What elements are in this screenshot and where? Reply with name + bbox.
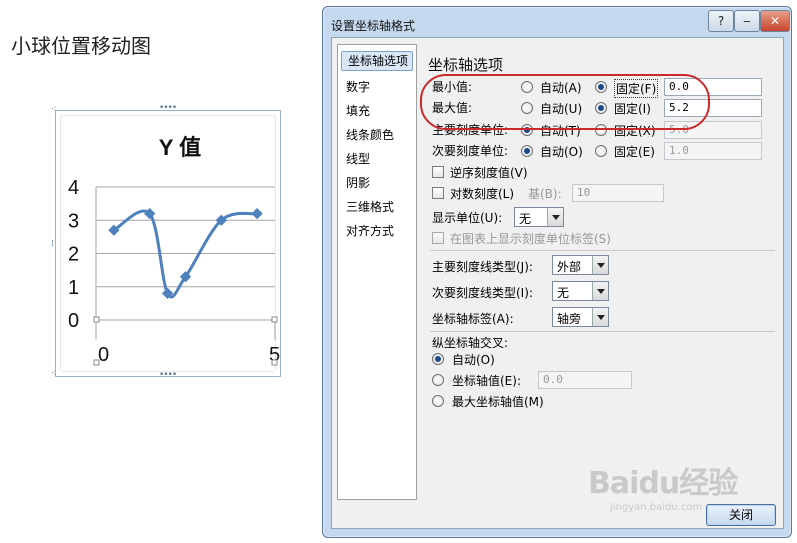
close-window-icon[interactable]: ✕ <box>760 10 790 32</box>
category-nav: 坐标轴选项 数字 填充 线条颜色 线型 阴影 三维格式 对齐方式 <box>337 44 417 500</box>
base-input[interactable]: 10 <box>572 184 664 202</box>
base-label: 基(B): <box>528 187 562 201</box>
show-units-checkbox[interactable] <box>432 232 444 244</box>
plot-handle[interactable] <box>271 359 278 366</box>
cross-value-input[interactable]: 0.0 <box>538 371 632 389</box>
minimize-button[interactable]: ‒ <box>734 10 760 32</box>
axis-labels-value: 轴旁 <box>557 312 582 326</box>
nav-line-color[interactable]: 线条颜色 <box>346 126 394 143</box>
chevron-down-icon <box>592 282 608 300</box>
reverse-order-label: 逆序刻度值(V) <box>450 166 528 180</box>
dialog-title: 设置坐标轴格式 <box>331 19 416 33</box>
minor-unit-label: 次要刻度单位: <box>432 144 509 158</box>
highlight-oval <box>420 74 710 130</box>
cross-value-label: 坐标轴值(E): <box>452 374 521 388</box>
section-title: 坐标轴选项 <box>428 56 504 74</box>
cross-title: 纵坐标轴交叉: <box>432 336 509 350</box>
left-resize-handle[interactable]: ⁞ <box>51 239 54 249</box>
corner-handle-tl[interactable]: ⁖ <box>51 105 56 115</box>
y-tick-label: 4 <box>68 177 79 199</box>
display-units-label: 显示单位(U): <box>432 211 503 225</box>
watermark-brand: Baidu经验 <box>588 466 738 501</box>
help-button[interactable]: ? <box>708 10 734 32</box>
minor-unit-auto-label: 自动(O) <box>540 145 583 159</box>
cross-auto-label: 自动(O) <box>452 353 495 367</box>
chart-title: Y 值 <box>159 135 201 160</box>
chart-plot: Y 值 43210 05 <box>68 135 280 366</box>
plot-handle[interactable] <box>93 359 100 366</box>
x-tick-label: 0 <box>98 344 109 366</box>
minor-unit-fixed-radio[interactable] <box>595 145 607 157</box>
cross-max-radio[interactable] <box>432 395 444 407</box>
axis-labels-label: 坐标轴标签(A): <box>432 312 514 326</box>
nav-number[interactable]: 数字 <box>346 78 370 95</box>
major-tick-value: 外部 <box>557 260 582 274</box>
minor-tick-label: 次要刻度线类型(I): <box>432 286 533 300</box>
nav-line-style[interactable]: 线型 <box>346 150 370 167</box>
nav-axis-options[interactable]: 坐标轴选项 <box>341 51 413 71</box>
log-scale-label: 对数刻度(L) <box>450 187 515 201</box>
divider <box>430 250 775 251</box>
minor-tick-value: 无 <box>557 286 570 300</box>
display-units-value: 无 <box>519 212 532 226</box>
plot-handle[interactable] <box>271 316 278 323</box>
watermark-url: jingyan.baidu.com <box>610 502 703 513</box>
reverse-order-checkbox[interactable] <box>432 166 444 178</box>
axis-labels-select[interactable]: 轴旁 <box>552 307 609 327</box>
minor-unit-fixed-label: 固定(E) <box>614 145 655 159</box>
divider <box>430 331 775 332</box>
nav-alignment[interactable]: 对齐方式 <box>346 222 394 239</box>
chart-frame[interactable]: •••• •••• ⁞ ⁖ ⁖ Y 值 43210 05 <box>51 103 281 380</box>
minor-unit-input[interactable]: 1.0 <box>664 142 762 160</box>
slide-title: 小球位置移动图 <box>11 34 151 58</box>
cross-value-radio[interactable] <box>432 374 444 386</box>
minor-unit-auto-radio[interactable] <box>521 145 533 157</box>
nav-3d-format[interactable]: 三维格式 <box>346 198 394 215</box>
chevron-down-icon <box>592 256 608 274</box>
chevron-down-icon <box>547 208 563 226</box>
nav-fill[interactable]: 填充 <box>346 102 370 119</box>
data-point-marker[interactable] <box>251 207 263 220</box>
log-scale-checkbox[interactable] <box>432 187 444 199</box>
y-tick-label: 3 <box>68 210 79 232</box>
major-tick-select[interactable]: 外部 <box>552 255 609 275</box>
y-tick-label: 0 <box>68 310 79 332</box>
y-tick-label: 2 <box>68 244 79 266</box>
cross-max-label: 最大坐标轴值(M) <box>452 395 544 409</box>
corner-handle-bl[interactable]: ⁖ <box>51 369 56 379</box>
y-tick-label: 1 <box>68 277 79 299</box>
nav-shadow[interactable]: 阴影 <box>346 174 370 191</box>
chevron-down-icon <box>592 308 608 326</box>
watermark-logo: Baidu经验 jingyan.baidu.com <box>588 458 738 513</box>
cross-auto-radio[interactable] <box>432 353 444 365</box>
major-tick-label: 主要刻度线类型(J): <box>432 260 533 274</box>
show-units-label: 在图表上显示刻度单位标签(S) <box>450 232 611 246</box>
display-units-select[interactable]: 无 <box>514 207 564 227</box>
plot-handle[interactable] <box>93 316 100 323</box>
minor-tick-select[interactable]: 无 <box>552 281 609 301</box>
